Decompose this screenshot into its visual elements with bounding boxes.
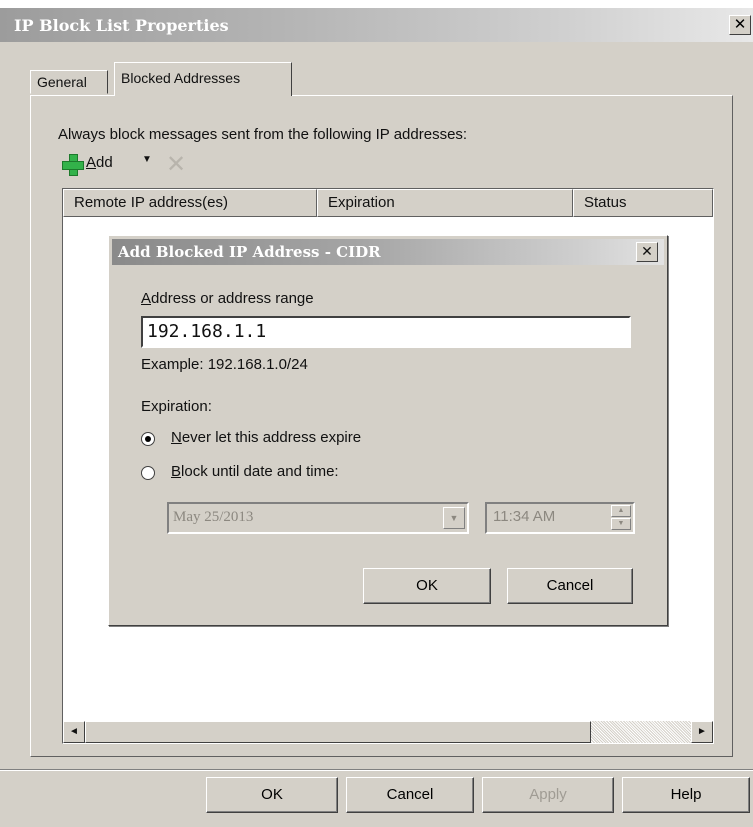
scroll-track[interactable]	[591, 721, 691, 743]
time-picker[interactable]: 11:34 AM ▲ ▼	[485, 502, 635, 534]
address-label-accelerator: A	[141, 290, 152, 307]
chevron-down-icon[interactable]: ▼	[443, 507, 465, 529]
list-header: Remote IP address(es) Expiration Status	[63, 189, 713, 217]
column-status[interactable]: Status	[573, 189, 713, 217]
description-label: Always block messages sent from the foll…	[58, 126, 468, 143]
dialog-title: Add Blocked IP Address - CIDR	[118, 243, 381, 261]
cancel-button[interactable]: Cancel	[346, 777, 474, 813]
dialog-ok-button[interactable]: OK	[363, 568, 491, 604]
tab-general[interactable]: General	[30, 70, 108, 94]
date-picker[interactable]: May 25/2013 ▼	[167, 502, 469, 534]
apply-button[interactable]: Apply	[482, 777, 614, 813]
address-label: Address or address range	[141, 290, 314, 307]
scroll-right-icon[interactable]: ►	[691, 721, 713, 743]
radio-block-until-label[interactable]: Block until date and time:	[171, 463, 339, 480]
spin-up-icon[interactable]: ▲	[611, 505, 631, 517]
tab-blocked-addresses[interactable]: Blocked Addresses	[114, 62, 292, 96]
window-title: IP Block List Properties	[14, 16, 229, 35]
title-bar: IP Block List Properties ✕	[0, 8, 753, 42]
chevron-down-icon[interactable]: ▼	[142, 154, 152, 165]
remove-icon[interactable]: ✕	[166, 150, 186, 179]
column-expiration[interactable]: Expiration	[317, 189, 573, 217]
example-text: Example: 192.168.1.0/24	[141, 356, 308, 373]
time-value: 11:34 AM	[493, 508, 556, 525]
radio-block-until[interactable]	[141, 466, 155, 480]
ok-button[interactable]: OK	[206, 777, 338, 813]
scroll-left-icon[interactable]: ◄	[63, 721, 85, 743]
close-icon[interactable]: ✕	[729, 15, 751, 35]
expiration-label: Expiration:	[141, 398, 212, 415]
radio-never-expire[interactable]	[141, 432, 155, 446]
date-value: May 25/2013	[173, 509, 254, 525]
add-button[interactable]: Add	[86, 154, 113, 171]
column-remote-ip[interactable]: Remote IP address(es)	[63, 189, 317, 217]
never-label-text: ever let this address expire	[181, 429, 362, 446]
scroll-thumb[interactable]	[85, 721, 591, 743]
add-label-accelerator: A	[86, 154, 97, 171]
dialog-cancel-button[interactable]: Cancel	[507, 568, 633, 604]
dialog-title-bar: Add Blocked IP Address - CIDR ✕	[112, 239, 664, 265]
help-button[interactable]: Help	[622, 777, 750, 813]
block-label-text: lock until date and time:	[181, 463, 339, 480]
spin-down-icon[interactable]: ▼	[611, 518, 631, 530]
footer-separator	[0, 769, 753, 771]
dialog-close-icon[interactable]: ✕	[636, 242, 658, 262]
block-accelerator: B	[171, 463, 182, 480]
plus-icon[interactable]	[62, 154, 84, 176]
radio-never-expire-label[interactable]: Never let this address expire	[171, 429, 361, 446]
add-label-text: dd	[96, 154, 113, 171]
add-blocked-ip-dialog: Add Blocked IP Address - CIDR ✕ Address …	[108, 235, 668, 626]
never-accelerator: N	[171, 429, 182, 446]
ip-block-list-properties-window: IP Block List Properties ✕ General Block…	[0, 8, 753, 827]
address-input[interactable]: 192.168.1.1	[141, 316, 631, 348]
address-label-text: ddress or address range	[151, 290, 314, 307]
horizontal-scrollbar[interactable]: ◄ ►	[63, 721, 713, 743]
